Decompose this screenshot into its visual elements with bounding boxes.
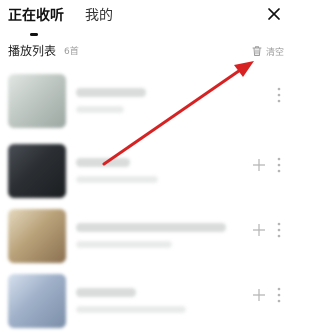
- trash-icon: [252, 46, 262, 56]
- playlist-header: 播放列表 6首 清空: [8, 42, 284, 62]
- playlist-count: 6首: [64, 47, 79, 57]
- more-icon[interactable]: [276, 156, 282, 174]
- tab-now-listening[interactable]: 正在收听: [8, 6, 64, 26]
- item-title-blurred: [76, 158, 130, 167]
- item-title-blurred: [76, 288, 136, 297]
- item-subtitle-blurred: [76, 176, 158, 183]
- cover-thumbnail: [8, 274, 66, 328]
- item-title-blurred: [76, 88, 146, 97]
- playlist-item[interactable]: [0, 140, 294, 202]
- more-icon[interactable]: [276, 286, 282, 304]
- item-subtitle-blurred: [76, 106, 124, 113]
- close-button[interactable]: [262, 2, 286, 26]
- item-subtitle-blurred: [76, 306, 186, 313]
- clear-label: 清空: [265, 47, 284, 58]
- clear-playlist-button[interactable]: 清空: [251, 42, 284, 60]
- item-title-blurred: [76, 223, 226, 232]
- cover-thumbnail: [8, 144, 66, 198]
- cover-thumbnail: [8, 74, 66, 128]
- close-icon: [268, 8, 280, 20]
- more-icon[interactable]: [276, 221, 282, 239]
- add-icon[interactable]: [252, 223, 266, 237]
- playlist-item[interactable]: [0, 70, 294, 132]
- tab-mine[interactable]: 我的: [85, 6, 113, 26]
- more-icon[interactable]: [276, 86, 282, 104]
- item-subtitle-blurred: [76, 241, 172, 248]
- playlist-title: 播放列表: [8, 44, 57, 58]
- cover-thumbnail: [8, 209, 66, 263]
- playlist-item[interactable]: [0, 205, 294, 267]
- add-icon[interactable]: [252, 158, 266, 172]
- playlist-item[interactable]: [0, 270, 294, 332]
- active-tab-indicator: [30, 33, 38, 36]
- add-icon[interactable]: [252, 288, 266, 302]
